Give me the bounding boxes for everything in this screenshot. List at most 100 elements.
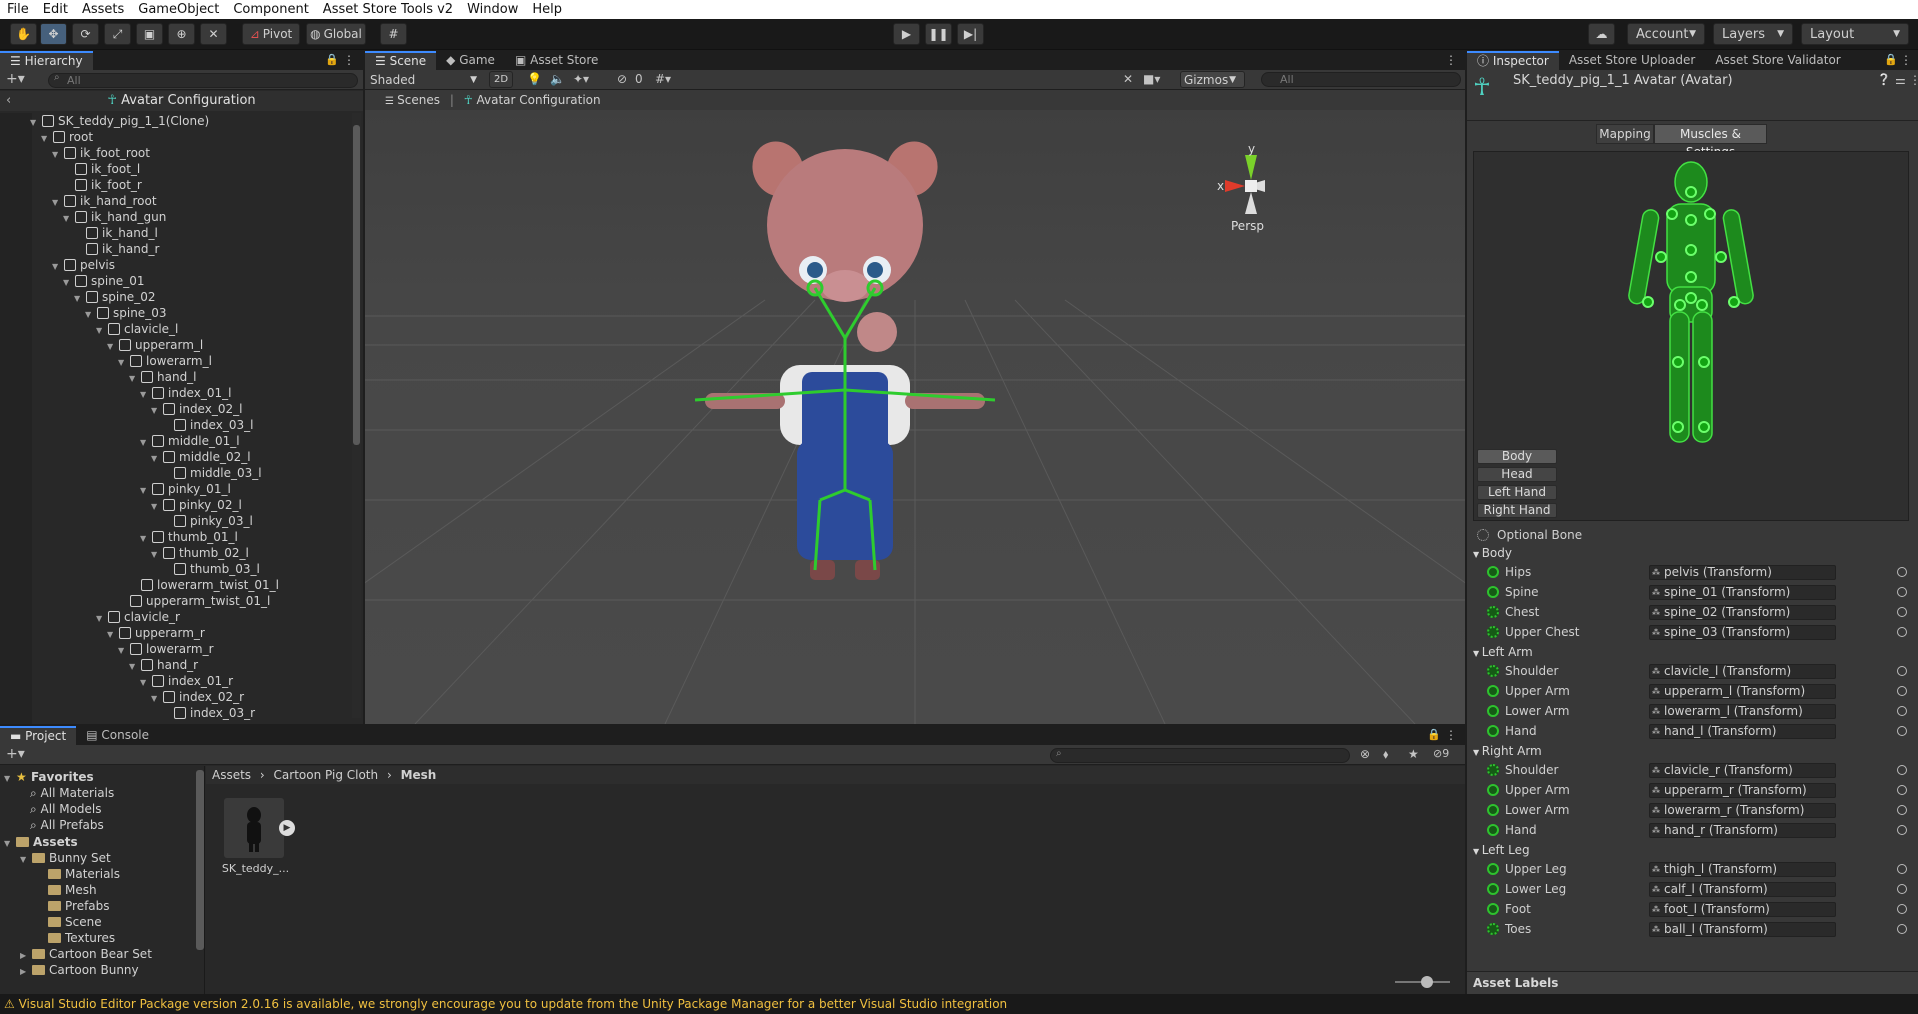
hierarchy-scrollbar[interactable] — [352, 113, 361, 718]
2d-toggle[interactable]: 2D — [489, 71, 513, 88]
hierarchy-item[interactable]: index_03_l — [162, 417, 253, 433]
add-icon[interactable]: +▾ — [6, 746, 25, 762]
grid-snap-button[interactable]: # — [380, 23, 407, 45]
hierarchy-item[interactable]: ▼ index_01_r — [140, 673, 233, 689]
breadcrumb-item[interactable]: Cartoon Pig Cloth — [274, 768, 379, 782]
favorite-item[interactable]: ⌕ All Prefabs — [30, 817, 104, 833]
body-part-button[interactable]: Head — [1477, 467, 1557, 482]
hierarchy-item[interactable]: lowerarm_twist_01_l — [129, 577, 279, 593]
back-icon[interactable]: ‹ — [6, 91, 11, 111]
hidden-packages-icon[interactable]: ⊘9 — [1433, 747, 1449, 760]
hierarchy-item[interactable]: ▼ root — [41, 129, 93, 145]
zoom-slider[interactable] — [1395, 976, 1450, 988]
project-search-input[interactable] — [1050, 748, 1350, 763]
label-icon[interactable]: ⬧ — [1383, 747, 1388, 762]
hierarchy-item[interactable]: ▼ spine_01 — [63, 273, 144, 289]
grid-icon[interactable]: #▾ — [655, 72, 671, 86]
hierarchy-item[interactable]: ▼ ik_hand_root — [52, 193, 157, 209]
hierarchy-item[interactable]: ik_hand_l — [74, 225, 158, 241]
object-picker-icon[interactable] — [1897, 686, 1907, 696]
favorites-header[interactable]: ▼ ★ Favorites — [4, 769, 94, 785]
hierarchy-item[interactable]: ▼ middle_02_l — [151, 449, 251, 465]
folder-item[interactable]: Prefabs — [36, 898, 110, 914]
breadcrumb-scenes[interactable]: Scenes — [397, 93, 440, 107]
menu-item[interactable]: Help — [525, 0, 569, 19]
hierarchy-item[interactable]: pinky_03_l — [162, 513, 253, 529]
expand-arrow-icon[interactable]: ▼ — [20, 852, 32, 868]
folder-item[interactable]: ▶ Cartoon Bear Set — [20, 946, 152, 962]
hierarchy-item[interactable]: thumb_03_l — [162, 561, 260, 577]
folder-item[interactable]: Materials — [36, 866, 120, 882]
hierarchy-item[interactable]: ▼ index_01_l — [140, 385, 231, 401]
body-part-button[interactable]: Right Hand — [1477, 503, 1557, 518]
custom-tool-button[interactable]: ✕ — [200, 23, 227, 45]
expand-arrow-icon[interactable]: ▶ — [20, 964, 32, 980]
bone-transform-field[interactable]: ⁂ clavicle_r (Transform) — [1649, 763, 1836, 778]
object-picker-icon[interactable] — [1897, 627, 1907, 637]
layers-dropdown[interactable]: Layers ▼ — [1713, 23, 1793, 45]
bone-transform-field[interactable]: ⁂ lowerarm_l (Transform) — [1649, 704, 1836, 719]
folder-item[interactable]: ▶ Cartoon Bunny — [20, 962, 139, 978]
tools-icon[interactable]: ✕ — [1123, 72, 1133, 86]
step-button[interactable]: ▶| — [957, 23, 984, 45]
hierarchy-item[interactable]: ▼ ik_foot_root — [52, 145, 150, 161]
hierarchy-item[interactable]: ▼ SK_teddy_pig_1_1(Clone) — [30, 113, 209, 129]
bone-transform-field[interactable]: ⁂ hand_r (Transform) — [1649, 823, 1836, 838]
assets-header[interactable]: ▼ Assets — [4, 834, 78, 850]
object-picker-icon[interactable] — [1897, 785, 1907, 795]
camera-icon[interactable]: ■▾ — [1143, 72, 1160, 86]
bone-section-header[interactable]: ▼ Left Leg — [1473, 842, 1530, 858]
more-icon[interactable]: ⋮ — [343, 53, 355, 67]
breadcrumb-item[interactable]: Mesh — [401, 768, 437, 782]
hierarchy-item[interactable]: ▼ spine_02 — [74, 289, 155, 305]
play-button[interactable]: ▶ — [893, 23, 920, 45]
bone-transform-field[interactable]: ⁂ upperarm_r (Transform) — [1649, 783, 1836, 798]
hierarchy-item[interactable]: ▼ index_02_r — [151, 689, 244, 705]
cloud-button[interactable]: ☁ — [1588, 23, 1615, 45]
hierarchy-item[interactable]: ▼ spine_03 — [85, 305, 166, 321]
folder-item[interactable]: Mesh — [36, 882, 97, 898]
hierarchy-item[interactable]: ▼ pinky_02_l — [151, 497, 242, 513]
object-picker-icon[interactable] — [1897, 924, 1907, 934]
hierarchy-item[interactable]: ▼ pelvis — [52, 257, 115, 273]
pause-button[interactable]: ❚❚ — [925, 23, 952, 45]
tab-hierarchy[interactable]: ☰ Hierarchy — [0, 51, 93, 70]
object-picker-icon[interactable] — [1897, 607, 1907, 617]
global-button[interactable]: ◍ Global — [306, 23, 366, 45]
lock-icon[interactable]: 🔒 — [1884, 53, 1898, 66]
hidden-objects-icon[interactable]: ⊘ — [617, 72, 627, 86]
hierarchy-item[interactable]: ▼ middle_01_l — [140, 433, 240, 449]
bone-transform-field[interactable]: ⁂ thigh_l (Transform) — [1649, 862, 1836, 877]
hierarchy-item[interactable]: upperarm_twist_01_l — [118, 593, 270, 609]
hierarchy-item[interactable]: ▼ lowerarm_l — [118, 353, 212, 369]
object-picker-icon[interactable] — [1897, 666, 1907, 676]
zoom-thumb[interactable] — [1421, 976, 1433, 988]
scroll-thumb[interactable] — [353, 125, 360, 445]
hierarchy-item[interactable]: ik_foot_l — [63, 161, 140, 177]
hierarchy-item[interactable]: middle_03_l — [162, 465, 262, 481]
scene-search-input[interactable]: All — [1261, 72, 1461, 87]
move-tool-button[interactable]: ✥ — [40, 23, 67, 45]
object-picker-icon[interactable] — [1897, 825, 1907, 835]
mapping-tab[interactable]: Mapping — [1596, 124, 1654, 144]
lock-icon[interactable]: 🔒 — [325, 53, 339, 66]
tab-asset-store-validator[interactable]: Asset Store Validator — [1705, 51, 1850, 70]
effects-icon[interactable]: ✦▾ — [573, 72, 589, 86]
favorite-item[interactable]: ⌕ All Models — [30, 801, 102, 817]
more-icon[interactable]: ⋮ — [1445, 728, 1457, 742]
object-picker-icon[interactable] — [1897, 904, 1907, 914]
bone-section-header[interactable]: ▼ Left Arm — [1473, 644, 1533, 660]
bone-transform-field[interactable]: ⁂ upperarm_l (Transform) — [1649, 684, 1836, 699]
tab-inspector[interactable]: ⓘ Inspector — [1467, 51, 1559, 70]
hierarchy-item[interactable]: ik_hand_r — [74, 241, 159, 257]
bone-transform-field[interactable]: ⁂ foot_l (Transform) — [1649, 902, 1836, 917]
rect-tool-button[interactable]: ▣ — [136, 23, 163, 45]
gizmos-dropdown[interactable]: Gizmos ▼ — [1180, 71, 1245, 88]
asset-label[interactable]: SK_teddy_... — [218, 862, 293, 875]
hierarchy-item[interactable]: ▼ lowerarm_r — [118, 641, 214, 657]
bone-transform-field[interactable]: ⁂ spine_02 (Transform) — [1649, 605, 1836, 620]
hierarchy-item[interactable]: ▼ upperarm_r — [107, 625, 205, 641]
object-picker-icon[interactable] — [1897, 765, 1907, 775]
asset-thumbnail[interactable] — [224, 798, 284, 858]
hierarchy-item[interactable]: ▼ clavicle_r — [96, 609, 180, 625]
